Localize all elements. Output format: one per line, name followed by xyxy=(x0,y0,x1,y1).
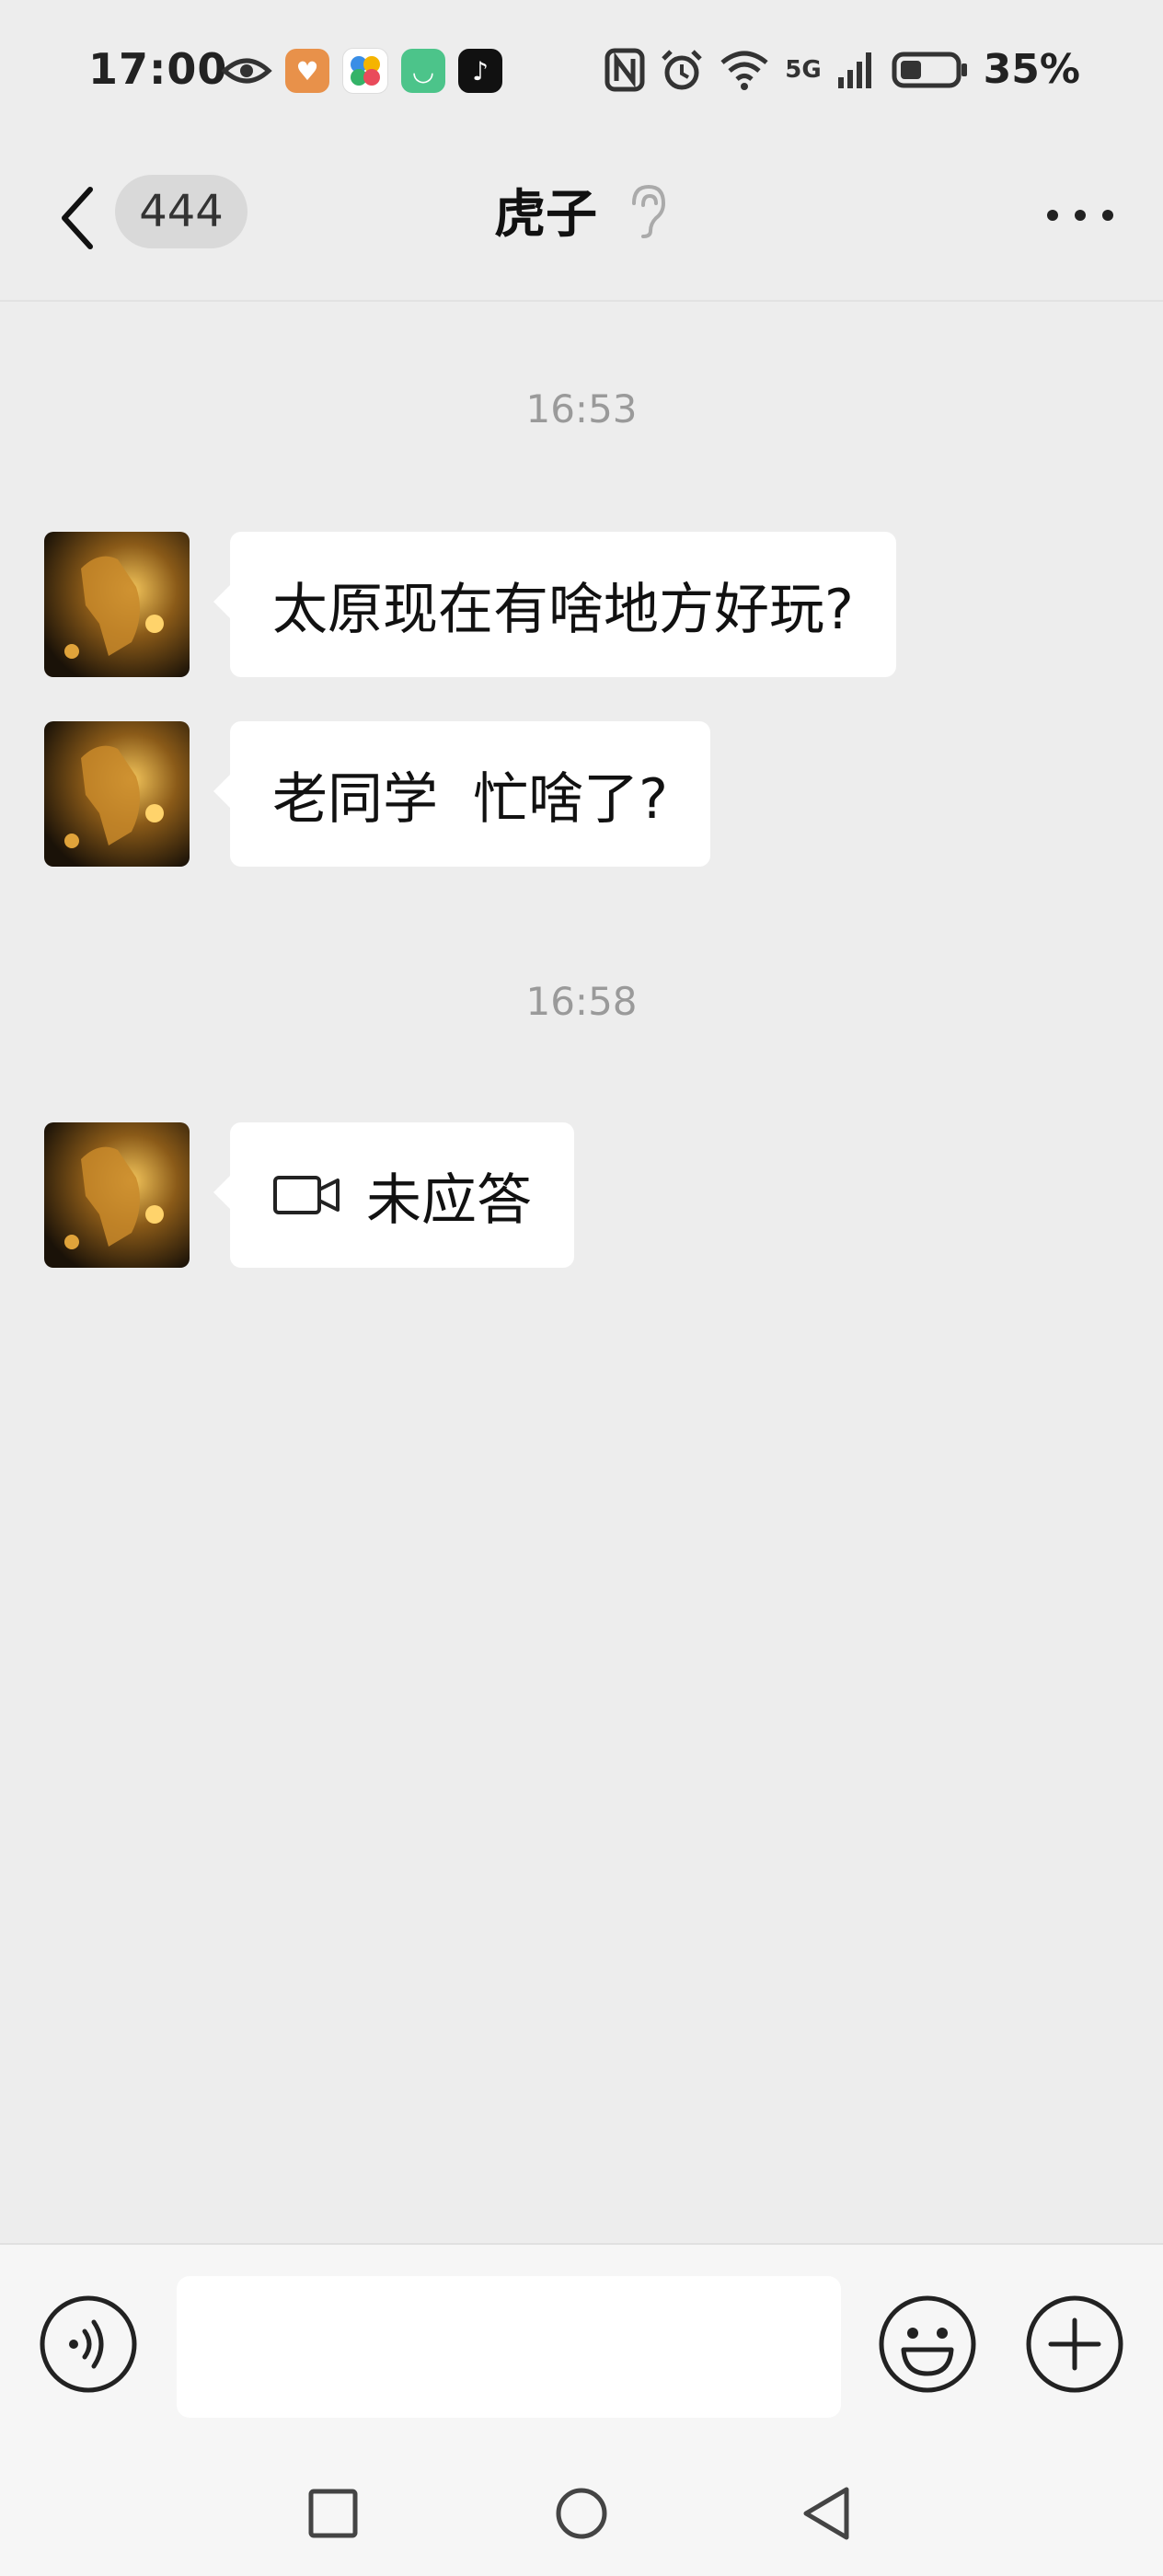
message-list[interactable]: 16:53 太原现在有啥地方好玩? 老同学 忙啥了? 16:58 未应答 xyxy=(0,302,1163,2243)
status-bar: 17:00 ♥ ◡ ♪ 5G 35% xyxy=(0,0,1163,138)
call-status-text: 未应答 xyxy=(366,1167,532,1233)
emoji-icon[interactable] xyxy=(878,2294,977,2394)
battery-percentage: 35% xyxy=(983,46,1080,93)
mi-app-icon: ◡ xyxy=(401,49,445,93)
contact-avatar[interactable] xyxy=(44,1122,190,1268)
alarm-icon xyxy=(662,49,703,89)
title-group: 虎子 xyxy=(0,173,1163,247)
missed-video-call-bubble[interactable]: 未应答 xyxy=(213,1122,574,1268)
message-bubble[interactable]: 太原现在有啥地方好玩? xyxy=(213,532,896,677)
input-bar xyxy=(0,2243,1163,2449)
message-timestamp: 16:53 xyxy=(525,386,638,431)
more-options-icon[interactable] xyxy=(1043,204,1117,226)
signal-icon xyxy=(837,52,871,88)
video-call-icon xyxy=(273,1176,340,1214)
message-row: 未应答 xyxy=(44,1122,574,1268)
wifi-icon xyxy=(720,51,768,90)
nfc-icon xyxy=(605,48,645,91)
contact-avatar[interactable] xyxy=(44,532,190,677)
eye-icon xyxy=(221,58,272,84)
message-timestamp: 16:58 xyxy=(525,979,638,1024)
chat-header: 444 虎子 xyxy=(0,138,1163,302)
battery-icon xyxy=(892,52,967,87)
voice-input-icon[interactable] xyxy=(39,2294,138,2394)
tiktok-icon: ♪ xyxy=(458,49,502,93)
notification-icons: ♥ ◡ ♪ xyxy=(221,48,502,94)
chat-screen: 17:00 ♥ ◡ ♪ 5G 35% 444 虎子 16:53 太原现在有啥地方… xyxy=(0,0,1163,2576)
heart-app-icon: ♥ xyxy=(285,49,329,93)
recent-apps-icon[interactable] xyxy=(307,2488,359,2539)
message-input[interactable] xyxy=(177,2276,841,2418)
network-type: 5G xyxy=(785,55,822,84)
system-back-icon[interactable] xyxy=(799,2484,854,2543)
status-time: 17:00 xyxy=(88,44,228,94)
system-status-icons: 5G 35% xyxy=(605,46,1080,93)
message-row: 老同学 忙啥了? xyxy=(44,721,710,867)
earpiece-mode-icon xyxy=(632,184,666,238)
message-row: 太原现在有啥地方好玩? xyxy=(44,532,896,677)
message-bubble[interactable]: 老同学 忙啥了? xyxy=(213,721,710,867)
chat-title: 虎子 xyxy=(494,185,597,245)
home-icon[interactable] xyxy=(554,2486,609,2541)
system-navigation-bar xyxy=(0,2447,1163,2576)
pinwheel-app-icon xyxy=(342,48,388,94)
contact-avatar[interactable] xyxy=(44,721,190,867)
add-attachment-icon[interactable] xyxy=(1025,2294,1124,2394)
